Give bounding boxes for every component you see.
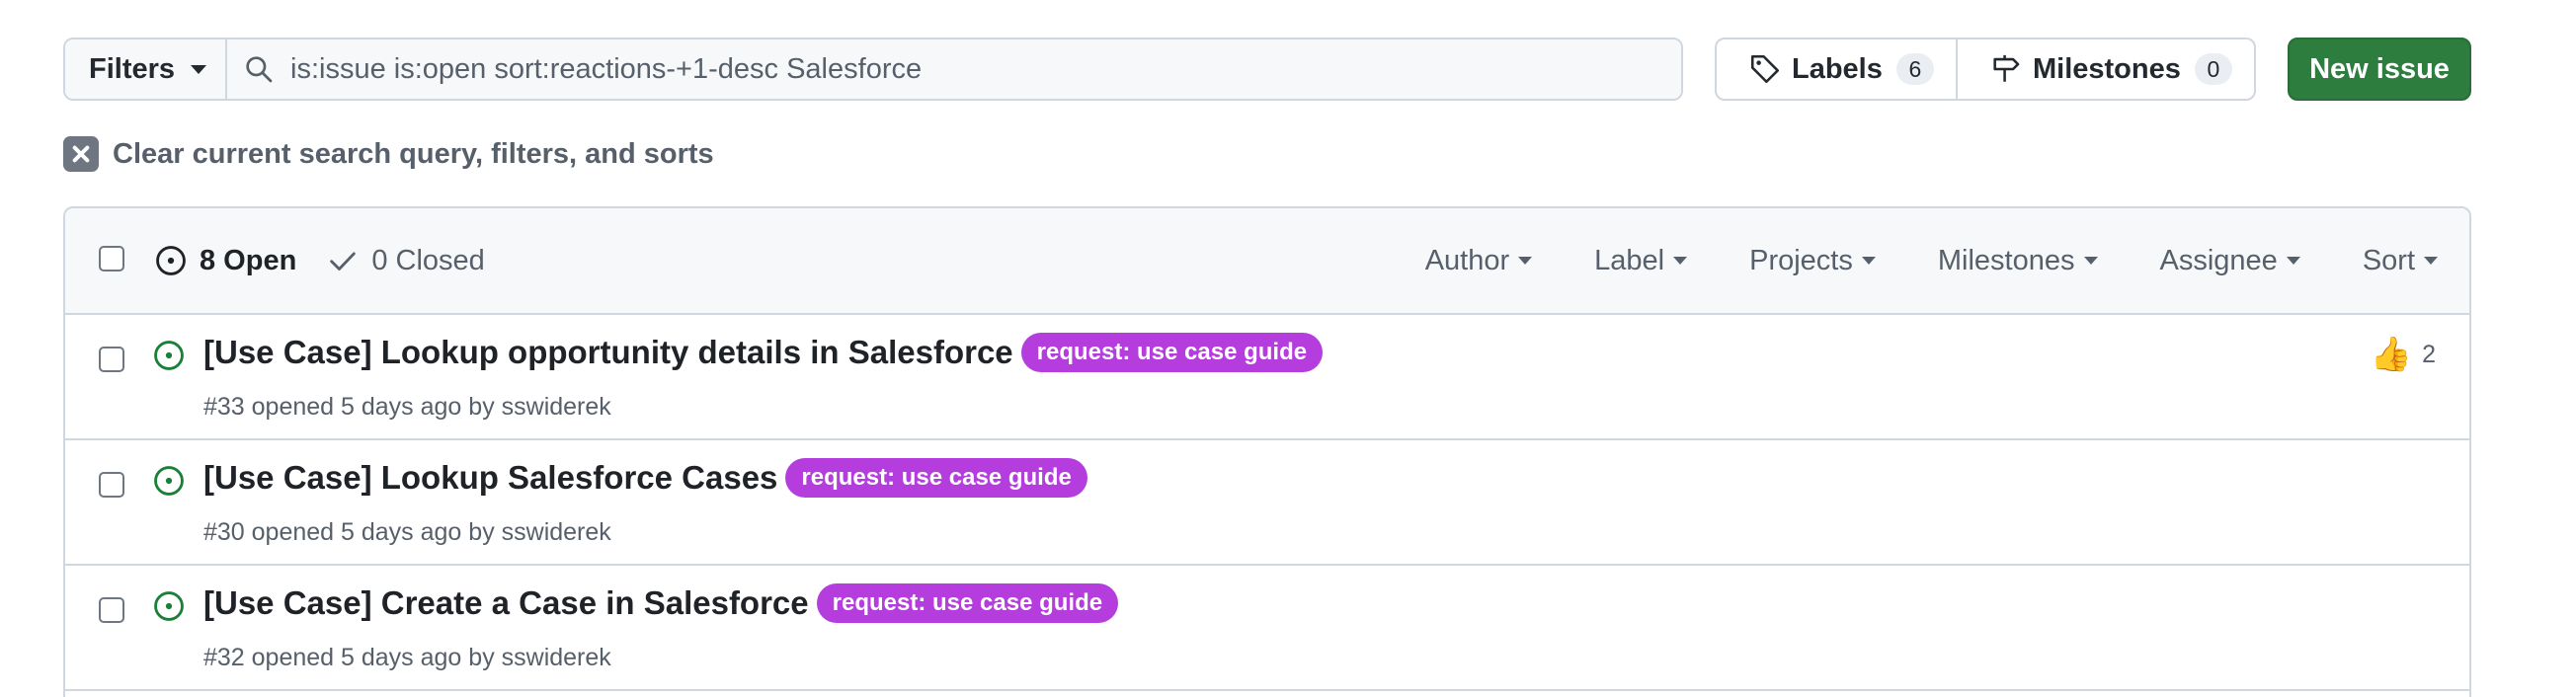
issue-opened-icon [154,591,184,621]
projects-filter[interactable]: Projects [1749,245,1876,277]
search-input[interactable] [290,52,1653,86]
sort-filter-label: Sort [2362,244,2415,276]
chevron-down-icon [2083,257,2098,265]
issue-row: [Use Case] Create a Case in Salesforce r… [65,566,2469,691]
label-filter-label: Label [1594,244,1665,276]
chevron-down-icon [1673,257,1688,265]
chevron-down-icon [2286,257,2300,265]
issue-title-line: [Use Case] Lookup Salesforce Cases reque… [203,458,1087,498]
assignee-filter-label: Assignee [2159,244,2278,276]
chevron-down-icon [2424,257,2438,265]
issue-title-line: [Use Case] Lookup opportunity details in… [203,333,1324,372]
search-group: Filters [63,38,1683,101]
issue-label[interactable]: request: use case guide [816,583,1119,623]
milestones-filter-label: Milestones [1937,244,2075,276]
close-icon[interactable] [63,136,99,172]
search-box[interactable] [227,39,1681,99]
label-filter[interactable]: Label [1594,244,1688,277]
check-icon [330,252,357,271]
labels-milestones-group: Labels 6 Milestones 0 [1715,38,2256,101]
clear-filters[interactable]: Clear current search query, filters, and… [63,134,714,174]
author-filter[interactable]: Author [1424,244,1533,277]
labels-count: 6 [1895,53,1934,85]
filters-label: Filters [89,52,176,85]
issue-meta: #30 opened 5 days ago by sswiderek [203,518,611,546]
issue-title-link[interactable]: [Use Case] Lookup opportunity details in… [203,334,1013,371]
milestones-button[interactable]: Milestones 0 [1958,39,2254,99]
milestones-count: 0 [2194,53,2232,85]
closed-issues-tab[interactable]: 0 Closed [326,244,485,277]
closed-count-label: 0 Closed [371,244,485,276]
assignee-filter[interactable]: Assignee [2160,245,2300,277]
milestones-filter[interactable]: Milestones [1938,245,2098,277]
tag-icon [1750,54,1780,84]
labels-label: Labels [1792,52,1883,85]
issue-row: [Use Case] Lookup Salesforce Cases reque… [65,440,2469,566]
header-filters: Author Label Projects Milestones Assigne… [1425,208,2438,313]
issues-header: 8 Open 0 Closed Author Label Projects Mi… [65,208,2469,315]
issue-checkbox[interactable] [99,347,124,372]
chevron-down-icon [1861,257,1876,265]
issue-meta: #32 opened 5 days ago by sswiderek [203,644,611,671]
labels-button[interactable]: Labels 6 [1717,39,1958,99]
author-filter-label: Author [1424,244,1510,276]
thumbs-up-icon: 👍 [2370,335,2413,374]
issue-meta: #33 opened 5 days ago by sswiderek [203,393,611,421]
issue-title-line: [Use Case] Create a Case in Salesforce r… [203,583,1119,623]
select-all-checkbox[interactable] [99,246,124,271]
issue-opened-icon [154,341,184,370]
reaction-count: 2 [2422,340,2436,368]
issue-title-link[interactable]: [Use Case] Create a Case in Salesforce [203,584,809,622]
issue-opened-icon [156,246,186,275]
milestone-icon [1993,54,2020,82]
open-issues-tab[interactable]: 8 Open [154,244,296,277]
issue-row: [Use Case] Lookup opportunity details in… [65,315,2469,440]
search-icon [246,56,273,83]
open-count-label: 8 Open [200,244,297,276]
filters-button[interactable]: Filters [65,39,227,99]
issue-checkbox[interactable] [99,472,124,498]
issues-list: 8 Open 0 Closed Author Label Projects Mi… [63,206,2471,697]
issue-states: 8 Open 0 Closed [154,208,485,313]
clear-filters-text[interactable]: Clear current search query, filters, and… [113,138,714,171]
issue-checkbox[interactable] [99,597,124,623]
reactions: 👍 2 [2371,335,2436,374]
issue-opened-icon [154,466,184,496]
milestones-label: Milestones [2033,52,2181,85]
issue-title-link[interactable]: [Use Case] Lookup Salesforce Cases [203,459,777,497]
new-issue-button[interactable]: New issue [2288,38,2471,101]
chevron-down-icon [191,64,207,74]
issues-toolbar: Filters Labels 6 Milestone [63,38,2471,101]
chevron-down-icon [1518,257,1533,265]
issue-label[interactable]: request: use case guide [1020,333,1324,372]
projects-filter-label: Projects [1749,244,1853,276]
issue-label[interactable]: request: use case guide [785,458,1087,498]
sort-filter[interactable]: Sort [2363,245,2438,277]
